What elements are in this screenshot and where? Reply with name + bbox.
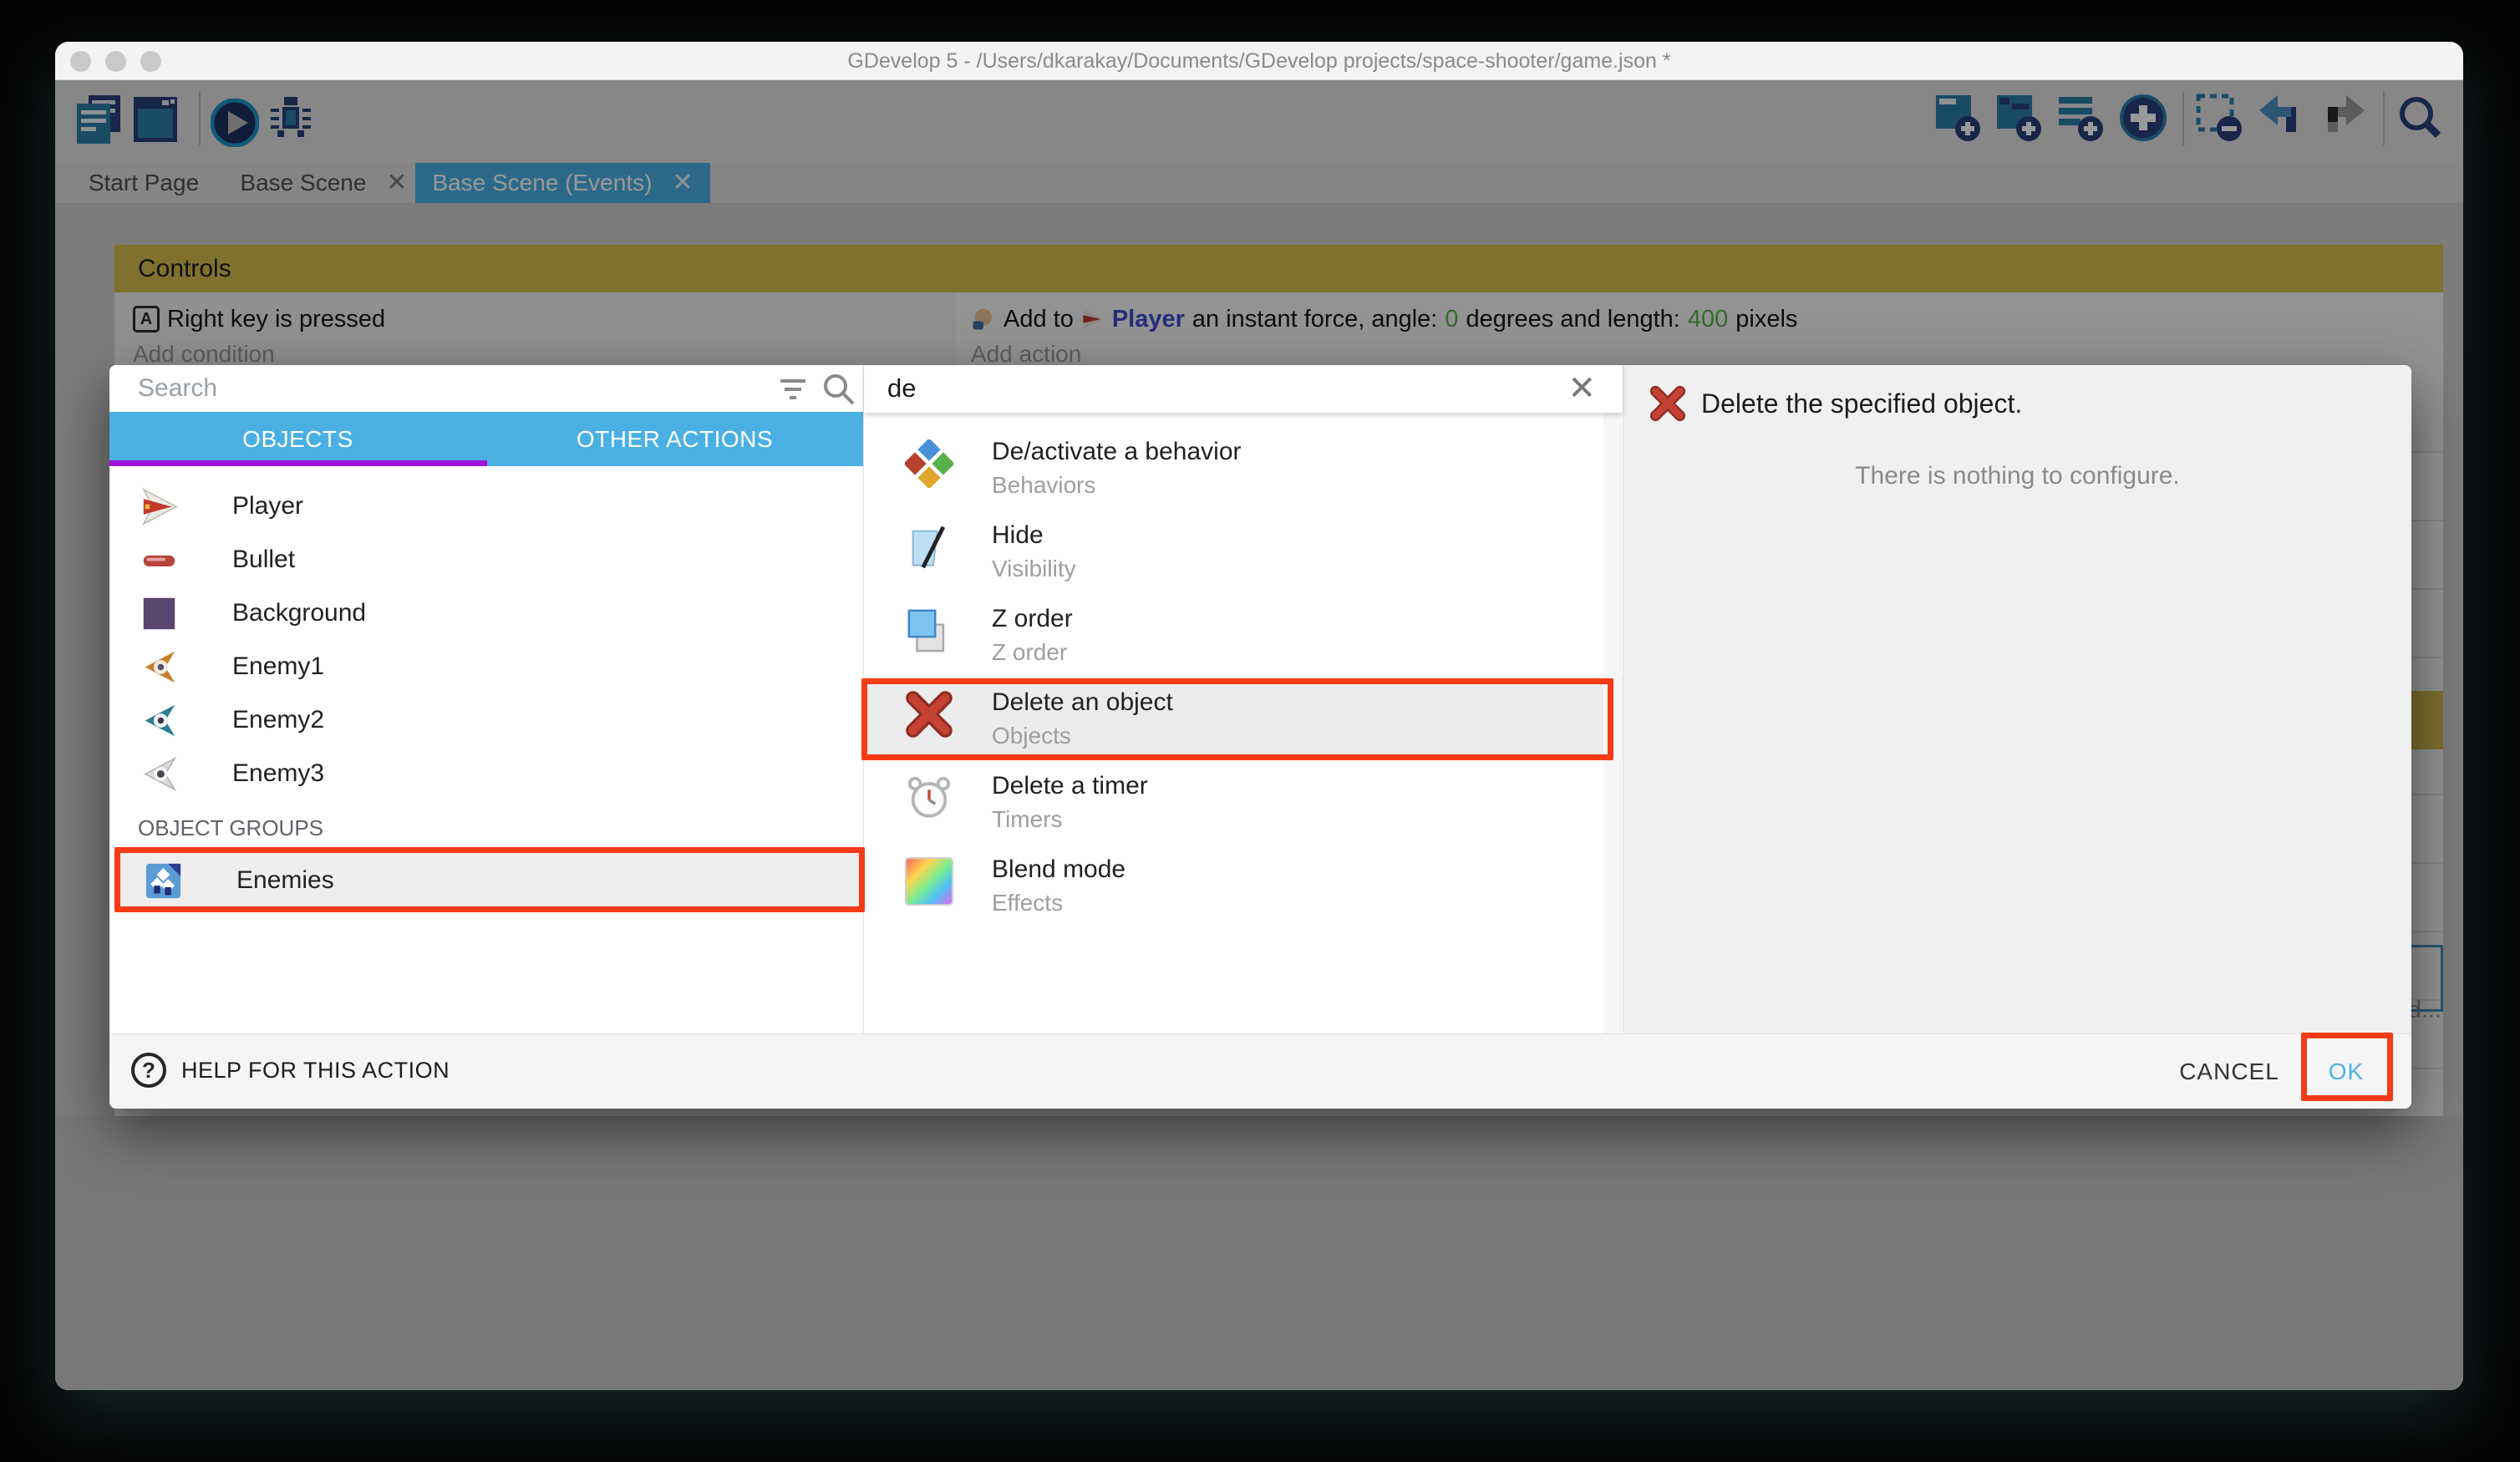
- help-icon: ?: [131, 1053, 166, 1088]
- action-description: Delete the specified object.: [1701, 388, 2022, 419]
- list-item-enemy3[interactable]: Enemy3: [109, 747, 863, 800]
- dialog-tabbar: OBJECTS OTHER ACTIONS: [109, 412, 863, 466]
- tab-other-actions[interactable]: OTHER ACTIONS: [486, 412, 863, 466]
- filter-icon[interactable]: [777, 373, 809, 405]
- object-search-row: [109, 365, 863, 412]
- screenshot-root: GDevelop 5 - /Users/dkarakay/Documents/G…: [0, 0, 2520, 1462]
- search-icon[interactable]: [821, 372, 856, 407]
- list-item-enemy2[interactable]: Enemy2: [109, 693, 863, 747]
- action-description-header: Delete the specified object.: [1649, 385, 2022, 422]
- enemy3-object-icon: [140, 755, 178, 793]
- configuration-pane: Delete the specified object. There is no…: [1623, 365, 2411, 1033]
- behavior-icon: [905, 439, 953, 488]
- list-item-delete-an-object[interactable]: Delete an object Objects: [864, 677, 1623, 760]
- background-object-icon: [140, 595, 178, 632]
- titlebar: GDevelop 5 - /Users/dkarakay/Documents/G…: [55, 42, 2463, 80]
- player-object-icon: [140, 488, 178, 525]
- list-item-z-order[interactable]: Z order Z order: [864, 593, 1623, 677]
- list-item-blend-mode[interactable]: Blend mode Effects: [864, 844, 1623, 927]
- actions-list: De/activate a behavior Behaviors Hide Vi…: [864, 413, 1623, 1033]
- delete-object-icon: [1649, 385, 1686, 422]
- delete-object-icon: [905, 690, 953, 739]
- actions-scrollbar[interactable]: [1603, 413, 1622, 1033]
- hide-icon: [905, 523, 953, 571]
- enemy2-object-icon: [140, 702, 178, 739]
- action-search-input[interactable]: [887, 370, 1522, 407]
- enemies-group-icon: [145, 862, 182, 900]
- bullet-object-icon: [140, 541, 178, 579]
- list-item-hide[interactable]: Hide Visibility: [864, 510, 1623, 593]
- list-item-enemies-group[interactable]: Enemies: [114, 852, 860, 909]
- dialog-footer: ? HELP FOR THIS ACTION CANCEL OK: [109, 1033, 2411, 1109]
- ok-button[interactable]: OK: [2304, 1049, 2388, 1094]
- timer-icon: [905, 774, 953, 822]
- list-item-bullet[interactable]: Bullet: [109, 533, 863, 586]
- list-item-player[interactable]: Player: [109, 480, 863, 533]
- cancel-button[interactable]: CANCEL: [2167, 1049, 2292, 1094]
- action-search-row: ✕: [864, 365, 1623, 413]
- objects-list: Player Bullet Background: [109, 466, 863, 1033]
- window-title: GDevelop 5 - /Users/dkarakay/Documents/G…: [55, 42, 2463, 80]
- z-order-icon: [905, 607, 953, 655]
- actions-pane: ✕ De/activate a behavior Behaviors: [864, 365, 1623, 1033]
- clear-icon[interactable]: ✕: [1567, 372, 1596, 405]
- list-item-delete-a-timer[interactable]: Delete a timer Timers: [864, 760, 1623, 844]
- empty-configuration-message: There is nothing to configure.: [1623, 462, 2411, 490]
- list-item-background[interactable]: Background: [109, 586, 863, 640]
- blend-mode-icon: [905, 857, 953, 906]
- objects-pane: OBJECTS OTHER ACTIONS Player: [109, 365, 864, 1033]
- object-groups-label: OBJECT GROUPS: [138, 815, 323, 840]
- tab-objects[interactable]: OBJECTS: [109, 412, 486, 466]
- choose-action-dialog: OBJECTS OTHER ACTIONS Player: [109, 365, 2411, 1109]
- enemy1-object-icon: [140, 648, 178, 686]
- list-item-deactivate-behavior[interactable]: De/activate a behavior Behaviors: [864, 426, 1623, 510]
- object-search-input[interactable]: [138, 370, 723, 407]
- list-item-enemy1[interactable]: Enemy1: [109, 640, 863, 693]
- active-tab-indicator: [109, 460, 487, 466]
- help-button[interactable]: ? HELP FOR THIS ACTION: [131, 1053, 450, 1088]
